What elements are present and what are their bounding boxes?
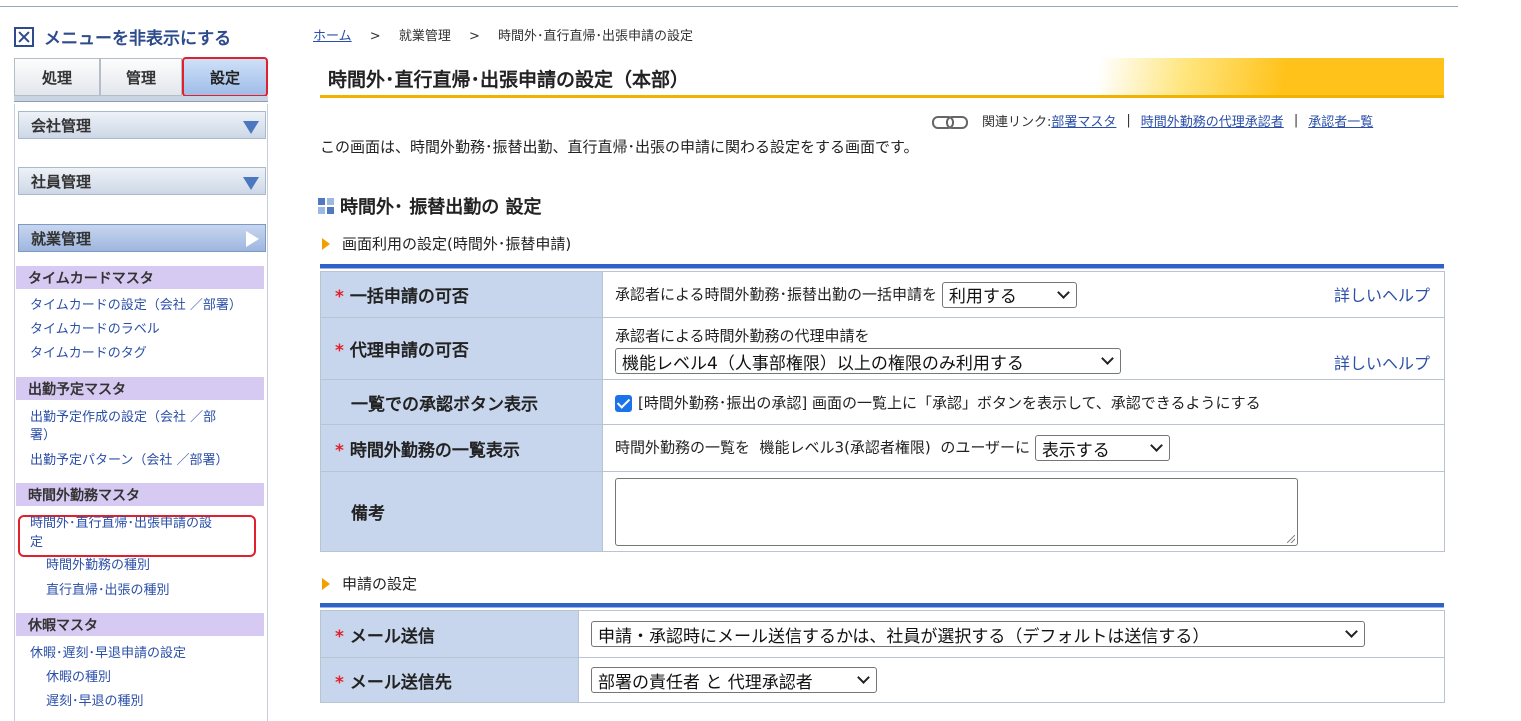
grid-squares-icon: [318, 198, 334, 214]
help-link[interactable]: 詳しいヘルプ: [1334, 350, 1430, 374]
row-mail-send: * メール送信 申請・承認時にメール送信するかは、社員が選択する（デフォルトは送信…: [320, 610, 1445, 658]
required-mark: *: [335, 440, 344, 461]
row-label-text: 一括申請の可否: [349, 287, 469, 307]
row-list-display: * 時間外勤務の一覧表示 時間外勤務の一覧を 機能レベル3(承認者権限) のユーザ…: [320, 424, 1445, 472]
link-chain-icon: [932, 115, 968, 129]
section1-title: 時間外･ 振替出勤の 設定: [340, 197, 542, 218]
row-mail-recipient: * メール送信先 部署の責任者 と 代理承認者: [320, 657, 1445, 703]
required-mark: *: [335, 672, 344, 693]
chevron-down-icon: [1101, 352, 1114, 365]
select-value: 部署の責任者 と 代理承認者: [598, 672, 813, 693]
row-text: 時間外勤務の一覧を 機能レベル3(承認者権限) のユーザーに: [615, 438, 1031, 457]
row-text: 承認者による時間外勤務･振替出勤の一括申請を: [615, 285, 938, 303]
select-value: 申請・承認時にメール送信するかは、社員が選択する（デフォルトは送信する）: [598, 626, 1210, 647]
related-link-department[interactable]: 部署マスタ: [1051, 111, 1116, 130]
page-title: 時間外･直行直帰･出張申請の設定（本部）: [328, 69, 690, 91]
row-label: * メール送信先: [320, 657, 579, 703]
section2-subheading: 申請の設定: [322, 573, 417, 594]
row-label-text: 備考: [351, 504, 385, 524]
arrow-right-icon: [322, 577, 330, 590]
page-title-bar: 時間外･直行直帰･出張申請の設定（本部）: [320, 58, 1444, 98]
row-label-text: 一覧での承認ボタン表示: [351, 394, 538, 415]
section1-heading: 時間外･ 振替出勤の 設定: [318, 193, 542, 219]
checkbox-label: [時間外勤務･振出の承認] 画面の一覧上に「承認」ボタンを表示して、承認できるよ…: [638, 393, 1261, 412]
row-label-text: 時間外勤務の一覧表示: [349, 440, 520, 461]
related-link-proxy-approver[interactable]: 時間外勤務の代理承認者: [1141, 111, 1284, 130]
mail-recipient-select[interactable]: 部署の責任者 と 代理承認者: [591, 667, 877, 693]
breadcrumb-current: 時間外･直行直帰･出張申請の設定: [498, 29, 694, 44]
breadcrumb-sep: >: [369, 29, 381, 44]
chevron-down-icon: [1056, 285, 1070, 299]
page-description: この画面は、時間外勤務･振替出勤、直行直帰･出張の申請に関わる設定をする画面です…: [320, 138, 919, 156]
row-text: 承認者による時間外勤務の代理申請を: [615, 327, 870, 345]
related-sep: |: [1126, 113, 1131, 128]
select-value: 機能レベル4（人事部権限）以上の権限のみ利用する: [622, 353, 1024, 374]
main-content: ホーム > 就業管理 > 時間外･直行直帰･出張申請の設定 時間外･直行直帰･出…: [0, 0, 1521, 721]
row-value: 申請・承認時にメール送信するかは、社員が選択する（デフォルトは送信する）: [578, 610, 1445, 658]
required-mark: *: [335, 287, 344, 307]
chevron-down-icon: [1149, 439, 1163, 452]
row-label: 備考: [320, 471, 603, 552]
row-value: 時間外勤務の一覧を 機能レベル3(承認者権限) のユーザーに 表示する: [602, 424, 1445, 472]
section1-subheading: 画面利用の設定(時間外･振替申請): [322, 233, 571, 254]
arrow-right-icon: [322, 237, 330, 250]
row-label: 一覧での承認ボタン表示: [320, 379, 603, 425]
row-label: * 時間外勤務の一覧表示: [320, 424, 603, 472]
row-label-text: メール送信: [349, 626, 435, 647]
row-proxy-application: * 代理申請の可否 承認者による時間外勤務の代理申請を 機能レベル4（人事部権限）…: [320, 317, 1445, 380]
section2-subheading-text: 申請の設定: [342, 575, 418, 593]
title-decoration: [1024, 58, 1444, 95]
application-settings-table: * メール送信 申請・承認時にメール送信するかは、社員が選択する（デフォルトは送信…: [320, 610, 1445, 703]
bulk-application-select[interactable]: 利用する: [941, 281, 1077, 308]
table2-topbar: [320, 603, 1444, 608]
section1-subheading-text: 画面利用の設定(時間外･振替申請): [342, 235, 572, 253]
chevron-down-icon: [857, 671, 870, 684]
related-label: 関連リンク:: [982, 115, 1052, 130]
row-label-text: メール送信先: [349, 672, 452, 693]
row-value: 承認者による時間外勤務･振替出勤の一括申請を 利用する 詳しいヘルプ: [602, 271, 1445, 318]
required-mark: *: [335, 341, 344, 361]
select-value: 表示する: [1041, 440, 1110, 461]
row-value: [602, 471, 1445, 552]
list-display-select[interactable]: 表示する: [1034, 435, 1170, 461]
help-link[interactable]: 詳しいヘルプ: [1334, 282, 1430, 306]
chevron-down-icon: [1345, 625, 1358, 638]
row-label-text: 代理申請の可否: [349, 341, 469, 361]
row-label: * 一括申請の可否: [320, 271, 603, 318]
breadcrumb-home[interactable]: ホーム: [313, 29, 352, 44]
row-label: * メール送信: [320, 610, 579, 658]
related-links: 関連リンク: 部署マスタ | 時間外勤務の代理承認者 | 承認者一覧: [932, 111, 1373, 130]
row-value: 部署の責任者 と 代理承認者: [578, 657, 1445, 703]
mail-send-select[interactable]: 申請・承認時にメール送信するかは、社員が選択する（デフォルトは送信する）: [591, 621, 1365, 647]
required-mark: *: [335, 626, 344, 647]
breadcrumb-sep: >: [468, 29, 480, 44]
row-bulk-application: * 一括申請の可否 承認者による時間外勤務･振替出勤の一括申請を 利用する 詳しい…: [320, 271, 1445, 318]
approve-button-checkbox[interactable]: [615, 394, 632, 412]
row-value: 承認者による時間外勤務の代理申請を 機能レベル4（人事部権限）以上の権限のみ利用…: [602, 317, 1445, 380]
table1-topbar: [320, 264, 1444, 269]
title-underline: [320, 95, 1444, 98]
row-label: * 代理申請の可否: [320, 317, 603, 380]
row-value: [時間外勤務･振出の承認] 画面の一覧上に「承認」ボタンを表示して、承認できるよ…: [602, 379, 1445, 425]
row-approve-button: 一覧での承認ボタン表示 [時間外勤務･振出の承認] 画面の一覧上に「承認」ボタン…: [320, 379, 1445, 425]
note-textarea[interactable]: [615, 477, 1298, 546]
screen-usage-table: * 一括申請の可否 承認者による時間外勤務･振替出勤の一括申請を 利用する 詳しい…: [320, 271, 1445, 552]
related-link-approver-list[interactable]: 承認者一覧: [1308, 111, 1373, 130]
row-note: 備考: [320, 471, 1445, 552]
proxy-application-select[interactable]: 機能レベル4（人事部権限）以上の権限のみ利用する: [615, 348, 1121, 374]
breadcrumb: ホーム > 就業管理 > 時間外･直行直帰･出張申請の設定: [313, 25, 693, 44]
related-sep: |: [1293, 113, 1299, 128]
breadcrumb-level2: 就業管理: [398, 29, 451, 44]
select-value: 利用する: [948, 287, 1017, 307]
